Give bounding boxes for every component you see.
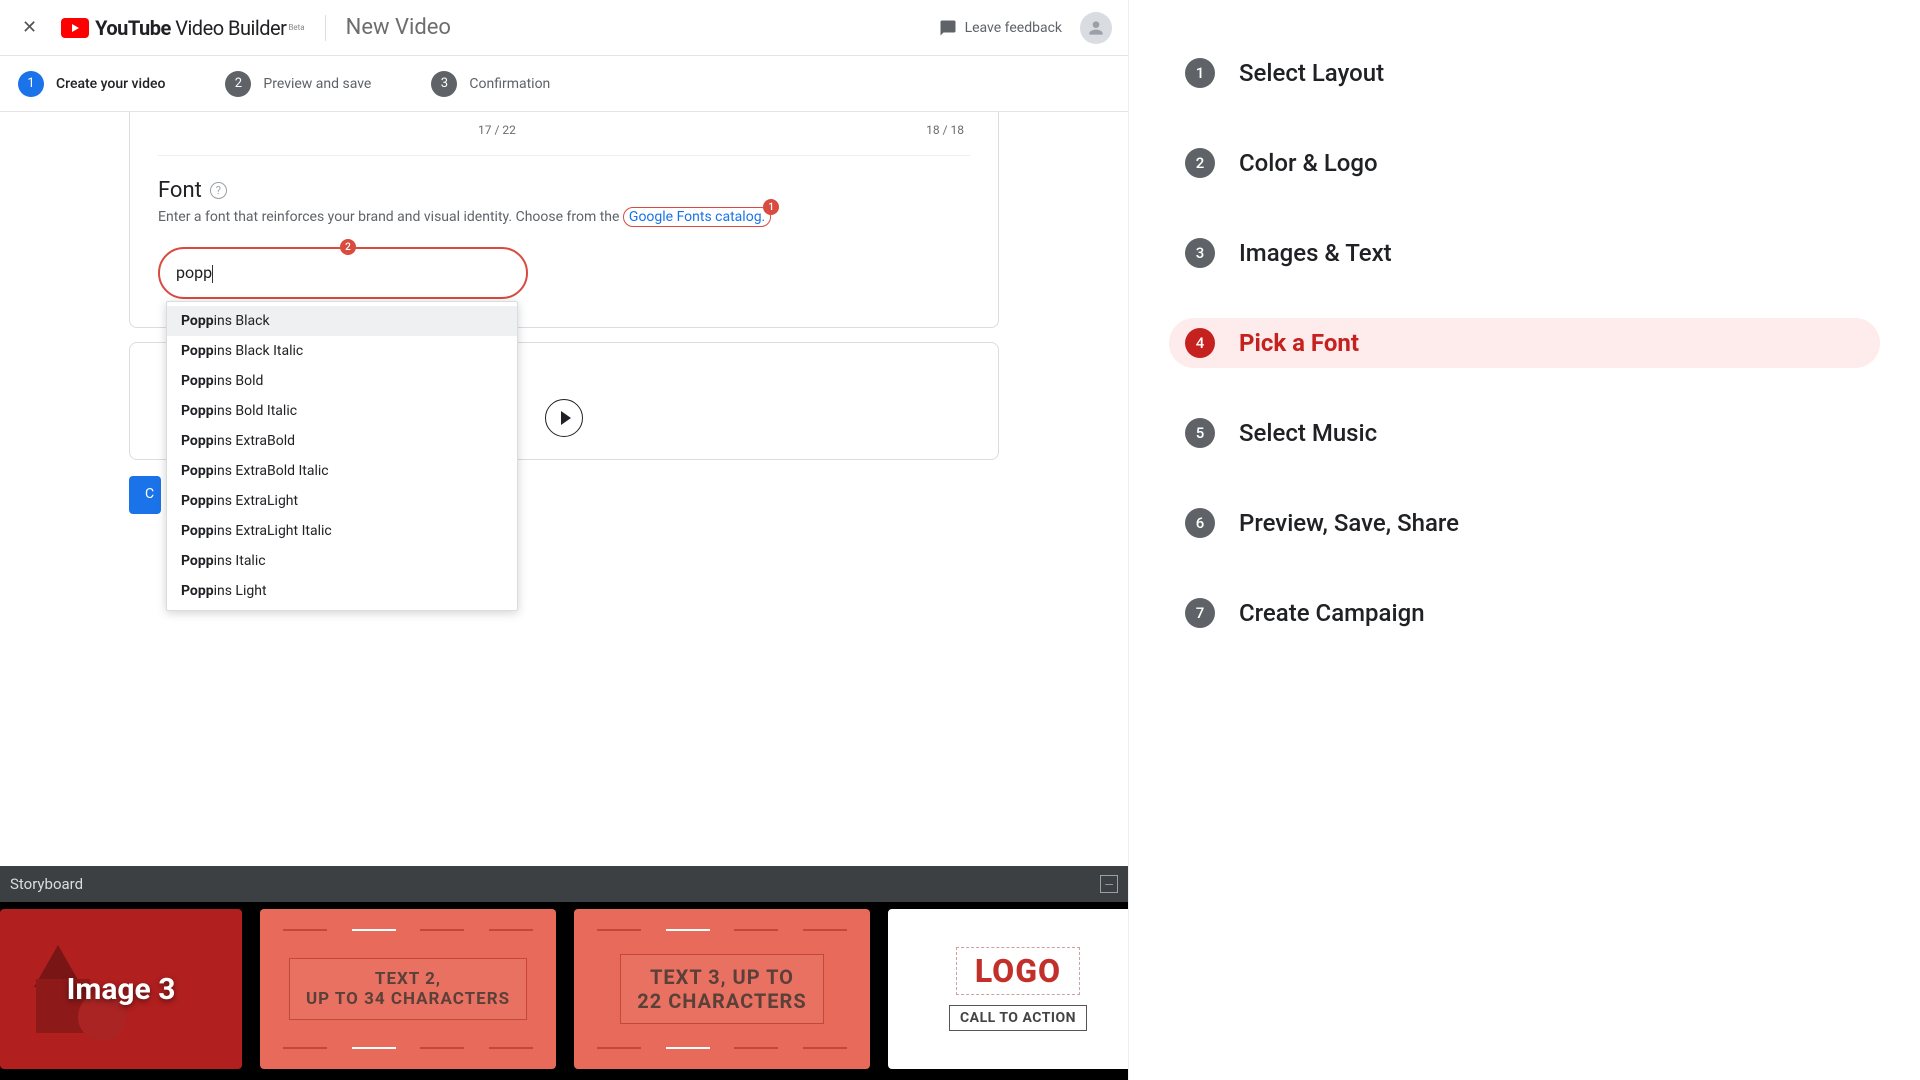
- storyboard-frame-4[interactable]: LOGO CALL TO ACTION: [888, 909, 1128, 1069]
- brand-text: YouTube Video Builder: [95, 16, 286, 40]
- beta-badge: Beta: [288, 23, 304, 32]
- step-label: Create Campaign: [1239, 599, 1425, 627]
- frame3-textbox: TEXT 3, UP TO 22 CHARACTERS: [620, 954, 823, 1024]
- callout-badge-1: 1: [763, 199, 779, 215]
- stepper: 1 Create your video 2 Preview and save 3 C…: [0, 56, 1128, 112]
- font-option[interactable]: Poppins ExtraLight: [167, 486, 517, 516]
- step-label: Images & Text: [1239, 239, 1392, 267]
- step-label: Preview and save: [263, 76, 371, 92]
- step-label: Select Music: [1239, 419, 1377, 447]
- step-label: Create your video: [56, 76, 165, 92]
- step-number: 4: [1185, 328, 1215, 358]
- storyboard-frame-1[interactable]: Image 3: [0, 909, 242, 1069]
- storyboard-frame-3[interactable]: TEXT 3, UP TO 22 CHARACTERS: [574, 909, 870, 1069]
- create-button[interactable]: C: [129, 476, 161, 514]
- tutorial-step-1[interactable]: 1 Select Layout: [1169, 48, 1880, 98]
- step-label: Confirmation: [469, 76, 550, 92]
- step-circle: 1: [18, 71, 44, 97]
- avatar[interactable]: [1080, 12, 1112, 44]
- section-title: Font ?: [158, 178, 970, 203]
- brand-bold: YouTube: [95, 16, 171, 40]
- storyboard-header: Storyboard —: [0, 866, 1128, 902]
- tutorial-step-5[interactable]: 5 Select Music: [1169, 408, 1880, 458]
- step-label: Pick a Font: [1239, 329, 1359, 357]
- brand-rest: Video Builder: [171, 16, 287, 40]
- count-left: 17 / 22: [478, 123, 516, 137]
- leave-feedback-button[interactable]: Leave feedback: [939, 19, 1062, 37]
- desc-pre: Enter a font that reinforces your brand …: [158, 209, 623, 225]
- step-1[interactable]: 1 Create your video: [18, 71, 165, 97]
- tutorial-step-2[interactable]: 2 Color & Logo: [1169, 138, 1880, 188]
- step-number: 7: [1185, 598, 1215, 628]
- font-option[interactable]: Poppins Black Italic: [167, 336, 517, 366]
- count-right: 18 / 18: [926, 123, 964, 137]
- font-option[interactable]: Poppins Bold: [167, 366, 517, 396]
- page-title: New Video: [346, 15, 451, 40]
- tutorial-step-3[interactable]: 3 Images & Text: [1169, 228, 1880, 278]
- play-icon: [561, 411, 571, 425]
- font-option[interactable]: Poppins Bold Italic: [167, 396, 517, 426]
- step-circle: 2: [225, 71, 251, 97]
- help-icon[interactable]: ?: [210, 182, 227, 199]
- divider: [158, 155, 970, 156]
- person-icon: [1086, 18, 1106, 38]
- brand-logo: YouTube Video Builder Beta: [61, 16, 305, 40]
- tutorial-step-7[interactable]: 7 Create Campaign: [1169, 588, 1880, 638]
- font-option[interactable]: Poppins Italic: [167, 546, 517, 576]
- step-number: 3: [1185, 238, 1215, 268]
- font-title: Font: [158, 178, 202, 203]
- frame4-logo: LOGO: [956, 947, 1080, 995]
- step-number: 2: [1185, 148, 1215, 178]
- tutorial-sidebar: 1 Select Layout 2 Color & Logo 3 Images & …: [1128, 0, 1920, 1080]
- font-dropdown: Poppins BlackPoppins Black ItalicPoppins…: [166, 301, 518, 611]
- step-number: 6: [1185, 508, 1215, 538]
- frame4-cta: CALL TO ACTION: [949, 1005, 1087, 1031]
- step-3[interactable]: 3 Confirmation: [431, 71, 550, 97]
- divider: [325, 15, 326, 41]
- section-desc: Enter a font that reinforces your brand …: [158, 207, 970, 227]
- font-input[interactable]: popp: [164, 253, 522, 293]
- font-option[interactable]: Poppins Light: [167, 576, 517, 606]
- google-fonts-link-callout: Google Fonts catalog. 1: [623, 207, 771, 227]
- step-2[interactable]: 2 Preview and save: [225, 71, 371, 97]
- step-number: 5: [1185, 418, 1215, 448]
- font-option[interactable]: Poppins ExtraBold: [167, 426, 517, 456]
- storyboard-panel: Storyboard — Image 3 TEXT 2, UP TO: [0, 866, 1128, 1080]
- step-label: Select Layout: [1239, 59, 1384, 87]
- storyboard-frame-2[interactable]: TEXT 2, UP TO 34 CHARACTERS: [260, 909, 556, 1069]
- frame2-textbox: TEXT 2, UP TO 34 CHARACTERS: [289, 958, 527, 1020]
- youtube-icon: [61, 18, 89, 38]
- step-label: Preview, Save, Share: [1239, 509, 1459, 537]
- font-input-value: popp: [176, 263, 212, 282]
- char-counts: 17 / 22 18 / 18: [158, 123, 970, 155]
- topbar: ✕ YouTube Video Builder Beta New Video L…: [0, 0, 1128, 56]
- font-input-callout: 2 popp: [158, 247, 528, 299]
- close-icon[interactable]: ✕: [16, 17, 43, 38]
- minimize-icon[interactable]: —: [1100, 875, 1118, 893]
- frame1-text: Image 3: [67, 972, 176, 1007]
- font-option[interactable]: Poppins ExtraBold Italic: [167, 456, 517, 486]
- font-card: 17 / 22 18 / 18 Font ? Enter a font that…: [129, 112, 999, 328]
- feedback-label: Leave feedback: [965, 20, 1062, 36]
- tutorial-step-6[interactable]: 6 Preview, Save, Share: [1169, 498, 1880, 548]
- step-label: Color & Logo: [1239, 149, 1378, 177]
- tutorial-step-4[interactable]: 4 Pick a Font: [1169, 318, 1880, 368]
- font-option[interactable]: Poppins ExtraLight Italic: [167, 516, 517, 546]
- callout-badge-2: 2: [340, 239, 356, 255]
- step-number: 1: [1185, 58, 1215, 88]
- storyboard-track[interactable]: Image 3 TEXT 2, UP TO 34 CHARACTERS: [0, 902, 1128, 1080]
- google-fonts-link[interactable]: Google Fonts catalog.: [629, 209, 765, 225]
- step-circle: 3: [431, 71, 457, 97]
- play-button[interactable]: [545, 399, 583, 437]
- card2-partial-text: ideo: [456, 365, 972, 381]
- feedback-icon: [939, 19, 957, 37]
- text-caret: [212, 265, 213, 283]
- storyboard-title: Storyboard: [10, 875, 83, 893]
- font-option[interactable]: Poppins Black: [167, 306, 517, 336]
